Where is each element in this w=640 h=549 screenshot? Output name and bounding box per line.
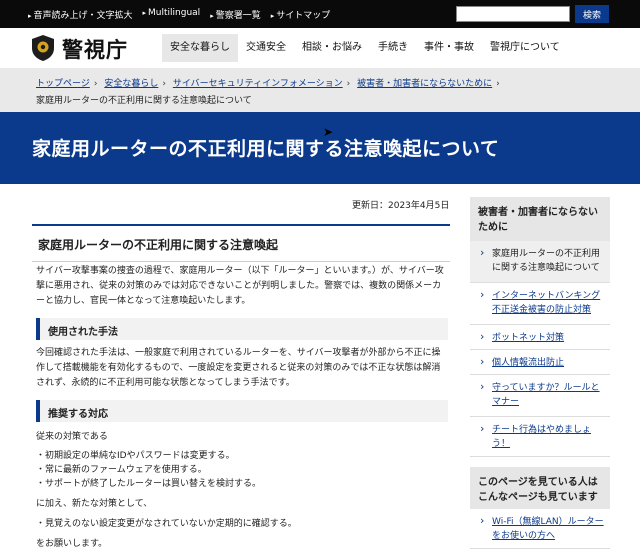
- page-title: 家庭用ルーターの不正利用に関する注意喚起について: [32, 138, 500, 160]
- recommended-closing: をお願いします。: [36, 539, 108, 549]
- updated-date: 更新日：2023年4月5日: [352, 201, 450, 211]
- global-nav: 安全な暮らし 交通安全 相談・お悩み 手続き 事件・事故 警視庁について: [162, 34, 568, 62]
- recommended-lead: 従来の対策である: [36, 432, 108, 442]
- site-logo[interactable]: 警視庁: [62, 34, 128, 64]
- sidebar-item-botnet[interactable]: ボットネット対策: [470, 325, 610, 350]
- recommended-mid: に加え、新たな対策として、: [36, 499, 153, 509]
- related-pages: このページを見ている人はこんなページも見ています Wi-Fi（無線LAN）ルータ…: [470, 467, 610, 549]
- nav-incidents[interactable]: 事件・事故: [416, 34, 482, 62]
- related-item-wifi[interactable]: Wi-Fi（無線LAN）ルーターをお使いの方へ: [470, 509, 610, 549]
- site-header: 警視庁 安全な暮らし 交通安全 相談・お悩み 手続き 事件・事故 警視庁について: [0, 28, 640, 68]
- recommended-bullet: 初期設定の単純なIDやパスワードは変更する。: [36, 448, 235, 461]
- breadcrumb-cyber-security[interactable]: サイバーセキュリティインフォメーション: [173, 79, 343, 89]
- utility-link-stations[interactable]: 警察署一覧: [210, 8, 261, 21]
- utility-link-multilingual[interactable]: Multilingual: [143, 8, 200, 21]
- related-heading: このページを見ている人はこんなページも見ています: [470, 467, 610, 509]
- recommended-bullet-new: 見覚えのない設定変更がなされていないか定期的に確認する。: [36, 516, 297, 529]
- utility-link-accessibility[interactable]: 音声読み上げ・文字拡大: [28, 8, 133, 21]
- nav-about[interactable]: 警視庁について: [482, 34, 568, 62]
- sidebar-item-cheat[interactable]: チート行為はやめましょう！: [470, 417, 610, 457]
- section-heading-recommended: 推奨する対応: [36, 400, 448, 422]
- sidebar-menu: 被害者・加害者にならないために 家庭用ルーターの不正利用に関する注意喚起について…: [470, 197, 610, 457]
- recommended-bullet: サポートが終了したルーターは買い替えを検討する。: [36, 476, 261, 489]
- breadcrumb-victim-prevention[interactable]: 被害者・加害者にならないために: [357, 79, 492, 89]
- mouse-cursor-icon: ➤: [323, 125, 334, 139]
- utility-links: 音声読み上げ・文字拡大 Multilingual 警察署一覧 サイトマップ: [28, 8, 331, 21]
- breadcrumb: トップページ › 安全な暮らし › サイバーセキュリティインフォメーション › 被害者…: [0, 68, 640, 112]
- breadcrumb-top[interactable]: トップページ: [36, 79, 90, 89]
- utility-link-sitemap[interactable]: サイトマップ: [271, 8, 330, 21]
- nav-traffic-safety[interactable]: 交通安全: [238, 34, 294, 62]
- sidebar-item-router[interactable]: 家庭用ルーターの不正利用に関する注意喚起について: [470, 241, 610, 283]
- page-banner: 家庭用ルーターの不正利用に関する注意喚起について: [0, 112, 640, 184]
- breadcrumb-safe-living[interactable]: 安全な暮らし: [104, 79, 158, 89]
- breadcrumb-current: 家庭用ルーターの不正利用に関する注意喚起について: [36, 96, 252, 106]
- sidebar-item-manners[interactable]: 守っていますか？ルールとマナー: [470, 375, 610, 417]
- intro-text: サイバー攻撃事案の捜査の過程で、家庭用ルーター（以下「ルーター」といいます。）が…: [36, 266, 444, 306]
- sidebar-heading: 被害者・加害者にならないために: [470, 197, 610, 241]
- method-text: 今回確認された手法は、一般家庭で利用されているルーターを、サイバー攻撃者が外部か…: [36, 348, 441, 388]
- nav-consultation[interactable]: 相談・お悩み: [294, 34, 370, 62]
- recommended-bullet: 常に最新のファームウェアを使用する。: [36, 462, 207, 475]
- search-input[interactable]: [456, 6, 570, 22]
- article-title: 家庭用ルーターの不正利用に関する注意喚起: [32, 224, 450, 262]
- section-heading-method: 使用された手法: [36, 318, 448, 340]
- police-emblem-icon[interactable]: [30, 34, 56, 62]
- sidebar-item-privacy[interactable]: 個人情報流出防止: [470, 350, 610, 375]
- utility-bar: 音声読み上げ・文字拡大 Multilingual 警察署一覧 サイトマップ 検索: [0, 0, 640, 28]
- sidebar-item-banking[interactable]: インターネットバンキング不正送金被害の防止対策: [470, 283, 610, 325]
- search-button[interactable]: 検索: [575, 5, 609, 23]
- nav-safe-living[interactable]: 安全な暮らし: [162, 34, 238, 62]
- nav-procedures[interactable]: 手続き: [370, 34, 416, 62]
